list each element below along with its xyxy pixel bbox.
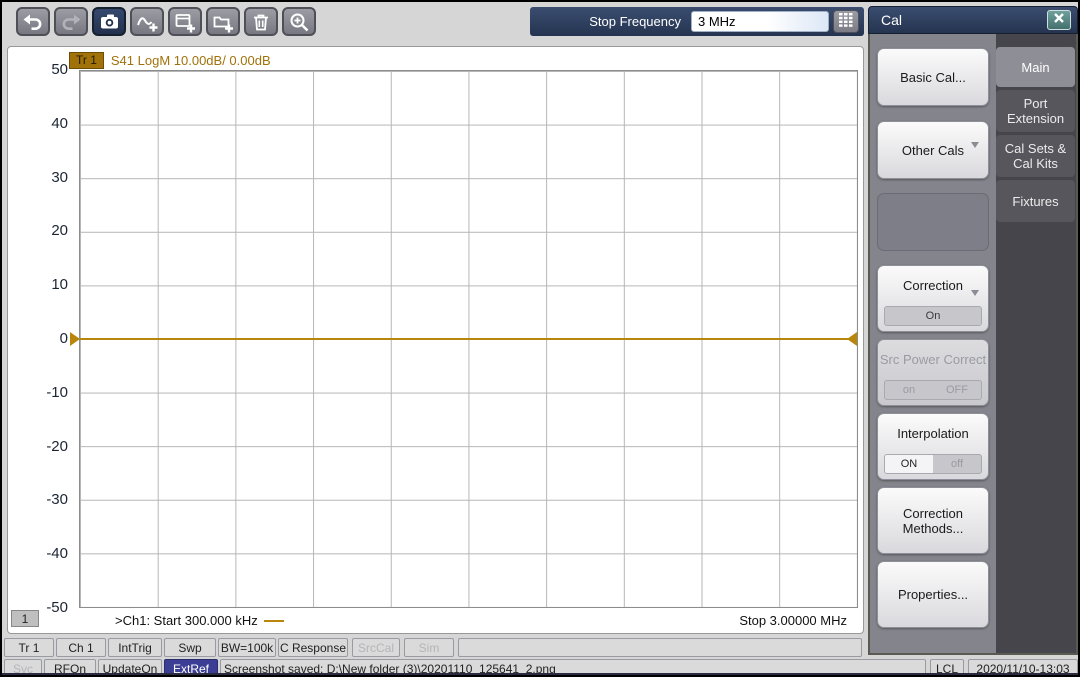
sweep-stop-label: Stop 3.00000 MHz xyxy=(739,613,847,628)
y-tick: 40 xyxy=(51,115,68,132)
blank-softkey xyxy=(877,193,989,251)
trace-badge[interactable]: Tr 1 xyxy=(69,52,104,69)
trace-info: S41 LogM 10.00dB/ 0.00dB xyxy=(110,53,271,68)
graph-panel: Tr 1 S41 LogM 10.00dB/ 0.00dB 50 40 30 2… xyxy=(7,46,864,634)
start-text: >Ch1: Start 300.000 kHz xyxy=(115,613,258,628)
trace-line xyxy=(80,338,857,340)
y-tick: 10 xyxy=(51,276,68,293)
cal-panel: Cal Basic Cal... Other Cals Correction O… xyxy=(868,6,1078,655)
status-trace: Tr 1 xyxy=(4,638,54,657)
status-bandwidth: BW=100k xyxy=(218,638,276,657)
close-button[interactable] xyxy=(1047,10,1071,30)
close-icon xyxy=(1053,11,1065,29)
new-window-button[interactable] xyxy=(206,7,240,36)
tab-cal-sets-cal-kits[interactable]: Cal Sets & Cal Kits xyxy=(996,135,1075,177)
other-cals-label: Other Cals xyxy=(901,142,965,158)
src-power-toggle: on OFF xyxy=(884,380,982,400)
trace-ref-marker-right xyxy=(847,332,857,346)
redo-button[interactable] xyxy=(54,7,88,36)
tab-main[interactable]: Main xyxy=(996,47,1075,87)
y-tick: -10 xyxy=(46,384,68,401)
interpolation-button[interactable]: Interpolation ON off xyxy=(877,413,989,480)
cal-panel-body: Basic Cal... Other Cals Correction On Sr… xyxy=(868,34,1078,655)
channel-number-badge: 1 xyxy=(11,610,39,627)
trace-header: Tr 1 S41 LogM 10.00dB/ 0.00dB xyxy=(69,52,271,69)
y-tick: -30 xyxy=(46,491,68,508)
add-trace-button[interactable] xyxy=(130,7,164,36)
chevron-down-icon xyxy=(971,142,979,149)
bottom-divider xyxy=(2,673,1078,675)
correction-state-value: On xyxy=(925,310,941,322)
undo-icon xyxy=(22,11,44,33)
interpolation-off-label: off xyxy=(950,458,964,470)
src-power-on-label: on xyxy=(902,384,916,396)
status-srccal: SrcCal xyxy=(352,638,400,657)
add-channel-icon xyxy=(174,11,196,33)
trace-ref-marker-left xyxy=(70,332,80,346)
sweep-start-label: >Ch1: Start 300.000 kHz xyxy=(115,613,284,628)
cal-tab-strip: Main Port Extension Cal Sets & Cal Kits … xyxy=(996,34,1076,653)
status-spare-box xyxy=(458,638,862,657)
stop-frequency-input[interactable] xyxy=(691,11,829,32)
basic-cal-button[interactable]: Basic Cal... xyxy=(877,48,989,106)
status-channel: Ch 1 xyxy=(56,638,106,657)
zoom-in-icon xyxy=(288,11,310,33)
interpolation-on-label: ON xyxy=(885,455,933,473)
y-tick: 0 xyxy=(59,330,68,347)
camera-icon xyxy=(98,10,121,33)
stop-frequency-label: Stop Frequency xyxy=(589,14,681,29)
properties-button[interactable]: Properties... xyxy=(877,561,989,628)
vna-app-window: Stop Frequency Tr 1 S41 LogM 10.00dB/ 0.… xyxy=(0,0,1080,677)
status-trigger: IntTrig xyxy=(108,638,162,657)
add-channel-button[interactable] xyxy=(168,7,202,36)
new-window-icon xyxy=(212,11,234,33)
interpolation-label: Interpolation xyxy=(897,426,969,441)
y-tick: 20 xyxy=(51,222,68,239)
y-tick: 50 xyxy=(51,61,68,78)
correction-methods-label: Correction Methods... xyxy=(902,505,964,536)
y-tick: -20 xyxy=(46,438,68,455)
zoom-button[interactable] xyxy=(282,7,316,36)
other-cals-button[interactable]: Other Cals xyxy=(877,121,989,179)
keypad-button[interactable] xyxy=(833,10,859,33)
correction-methods-button[interactable]: Correction Methods... xyxy=(877,487,989,554)
cal-panel-title: Cal xyxy=(881,12,903,28)
keypad-icon xyxy=(838,12,854,32)
interpolation-toggle[interactable]: ON off xyxy=(884,454,982,474)
delete-button[interactable] xyxy=(244,7,278,36)
tab-fixtures[interactable]: Fixtures xyxy=(996,180,1075,222)
src-power-correct-button: Src Power Correct on OFF xyxy=(877,339,989,406)
status-sweep: Swp xyxy=(164,638,216,657)
delete-icon xyxy=(250,11,272,33)
cal-panel-header: Cal xyxy=(868,6,1078,34)
correction-state-toggle[interactable]: On xyxy=(884,306,982,326)
src-power-off-label: OFF xyxy=(946,384,968,396)
properties-label: Properties... xyxy=(897,587,969,602)
correction-button[interactable]: Correction On xyxy=(877,265,989,332)
tab-port-extension[interactable]: Port Extension xyxy=(996,90,1075,132)
redo-icon xyxy=(60,11,82,33)
chevron-down-icon xyxy=(971,290,979,296)
undo-button[interactable] xyxy=(16,7,50,36)
trace-color-swatch xyxy=(263,619,284,622)
src-power-correct-label: Src Power Correct xyxy=(879,352,987,367)
y-tick: 30 xyxy=(51,169,68,186)
add-trace-icon xyxy=(136,11,158,33)
stop-frequency-bar: Stop Frequency xyxy=(530,7,864,36)
status-correction: C Response xyxy=(278,638,348,657)
basic-cal-label: Basic Cal... xyxy=(900,69,966,85)
y-tick: -40 xyxy=(46,545,68,562)
status-sim: Sim xyxy=(404,638,454,657)
screenshot-button[interactable] xyxy=(92,7,126,36)
